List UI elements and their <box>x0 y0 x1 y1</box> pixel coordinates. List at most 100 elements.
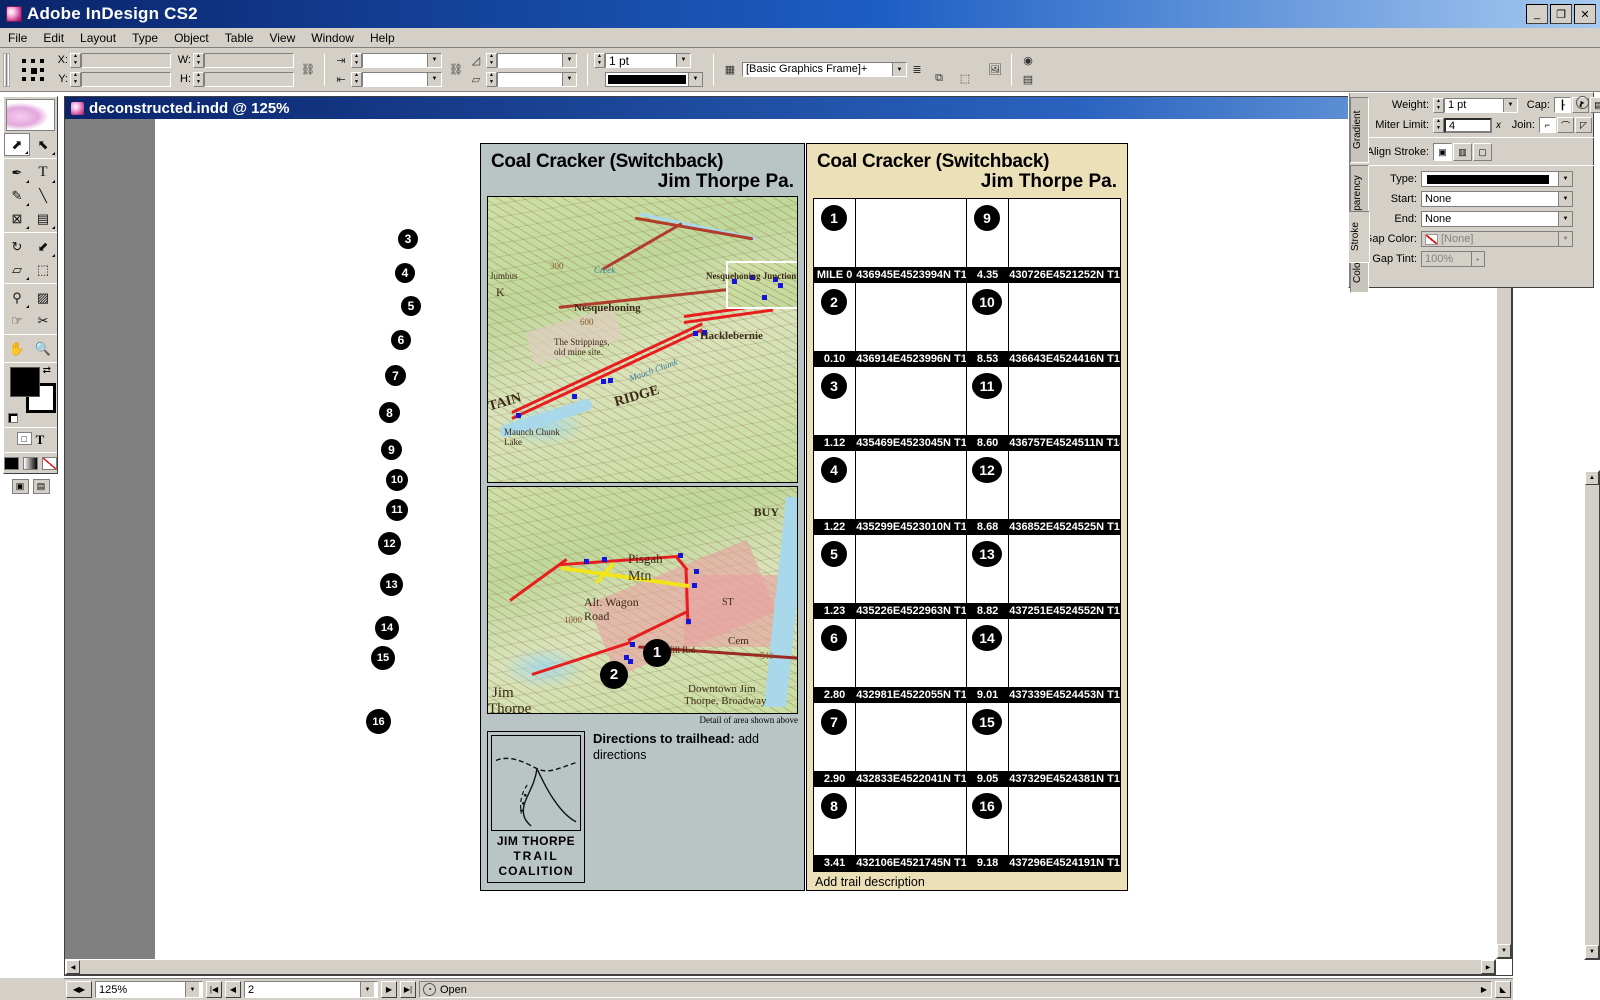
stroke-type-select[interactable]: ▼ <box>1421 171 1573 187</box>
h-stepper[interactable]: ▲ ▼ <box>193 71 204 87</box>
rotate-tool[interactable]: ↻ <box>4 235 30 258</box>
pasteboard-marker-8[interactable]: 8 <box>379 402 400 423</box>
x-stepper[interactable]: ▲ ▼ <box>70 52 81 68</box>
window-controls[interactable]: _ ❐ ✕ <box>1526 4 1600 24</box>
pasteboard-marker-9[interactable]: 9 <box>381 439 402 460</box>
scale-x-stepper[interactable]: ▲ ▼ <box>351 52 362 68</box>
miter-join-button[interactable]: ⌐ <box>1539 117 1556 133</box>
pasteboard[interactable]: Coal Cracker (Switchback) Jim Thorpe Pa. <box>65 119 1445 959</box>
status-resize-grip[interactable]: ◣ <box>1495 981 1511 998</box>
formatting-affects-container-icon[interactable]: □ <box>16 432 32 445</box>
type-tool[interactable]: T <box>30 161 56 184</box>
fill-swatch[interactable] <box>10 367 40 397</box>
miter-stepper[interactable]: ▲ ▼ <box>1433 117 1444 133</box>
eyedropper-tool[interactable]: ⚲ <box>4 286 30 309</box>
menu-item-help[interactable]: Help <box>362 29 403 47</box>
apply-none-icon[interactable] <box>42 457 57 470</box>
frame-tool[interactable]: ⊠ <box>4 207 30 230</box>
weight-combo[interactable]: 1 pt ▼ <box>1444 97 1518 113</box>
pasteboard-marker-10[interactable]: 10 <box>386 469 408 491</box>
hand-tool[interactable]: ✋ <box>4 337 30 360</box>
gap-tint-input[interactable]: 100% ▸ <box>1421 251 1485 267</box>
y-stepper[interactable]: ▲ ▼ <box>70 71 81 87</box>
menu-item-window[interactable]: Window <box>303 29 362 47</box>
page-combo[interactable]: 2 ▼ <box>244 981 378 998</box>
menu-item-layout[interactable]: Layout <box>72 29 124 47</box>
stroke-type-combo[interactable]: ▼ <box>605 71 703 87</box>
first-page-button[interactable]: |◀ <box>206 981 222 998</box>
select-content-icon[interactable]: 🖼 <box>985 61 1005 79</box>
pasteboard-marker-4[interactable]: 4 <box>395 263 415 283</box>
pasteboard-marker-14[interactable]: 14 <box>375 616 399 640</box>
palette-grip[interactable] <box>3 52 10 87</box>
pasteboard-marker-16[interactable]: 16 <box>366 709 391 734</box>
stroke-palette[interactable]: Gradient Transparency Color Stroke ▸ Wei… <box>1348 92 1600 293</box>
button-tool[interactable]: ☞ <box>4 309 30 332</box>
text-wrap-icon[interactable]: ≣ <box>907 61 927 79</box>
stroke-weight-combo[interactable]: 1 pt ▼ <box>605 52 691 68</box>
document-canvas[interactable]: Coal Cracker (Switchback) Jim Thorpe Pa. <box>65 119 1512 975</box>
gradient-tool[interactable]: ▨ <box>30 286 56 309</box>
pasteboard-marker-13[interactable]: 13 <box>380 573 403 596</box>
bevel-join-button[interactable]: ◸ <box>1575 117 1592 133</box>
constrain-proportions-icon[interactable]: ⛓ <box>298 61 318 79</box>
projecting-cap-button[interactable]: ▤ <box>1590 97 1600 113</box>
w-stepper[interactable]: ▲ ▼ <box>193 52 204 68</box>
y-input[interactable] <box>81 71 171 87</box>
status-expand-icon[interactable]: ▶ <box>1481 985 1491 994</box>
scroll-down-button[interactable]: ▼ <box>1497 944 1511 958</box>
gap-color-select[interactable]: [None] ▼ <box>1421 231 1573 247</box>
preflight-status[interactable]: ◔ Open ▶ <box>419 981 1492 998</box>
preview-mode-icon[interactable]: ▤ <box>32 479 50 494</box>
menu-item-view[interactable]: View <box>261 29 303 47</box>
app-scroll-down-button[interactable]: ▼ <box>1585 945 1599 959</box>
pencil-tool[interactable]: ✎ <box>4 184 30 207</box>
rotate-stepper[interactable]: ▲ ▼ <box>486 52 497 68</box>
palette-menu-icon[interactable]: ▤ <box>1018 70 1038 88</box>
maximize-button[interactable]: ❐ <box>1550 4 1572 24</box>
scale-x-combo[interactable]: ▼ <box>362 52 442 68</box>
scroll-right-button[interactable]: ▶ <box>1481 960 1495 974</box>
align-stroke-outside-button[interactable]: ▢ <box>1473 143 1492 161</box>
shear-combo[interactable]: ▼ <box>497 71 577 87</box>
horizontal-scrollbar[interactable]: ◀ ▶ <box>65 959 1496 975</box>
scale-y-combo[interactable]: ▼ <box>362 71 442 87</box>
scale-y-stepper[interactable]: ▲ ▼ <box>351 71 362 87</box>
pasteboard-marker-12[interactable]: 12 <box>378 532 401 555</box>
last-page-button[interactable]: ▶| <box>400 981 416 998</box>
next-page-button[interactable]: ▶ <box>381 981 397 998</box>
app-vertical-scrollbar[interactable]: ▲ ▼ <box>1584 470 1600 960</box>
free-transform-tool[interactable]: ⬚ <box>30 258 56 281</box>
direct-selection-tool[interactable]: ⬉ <box>30 133 56 156</box>
minimize-button[interactable]: _ <box>1526 4 1548 24</box>
pasteboard-marker-15[interactable]: 15 <box>371 646 395 670</box>
h-input[interactable] <box>204 71 294 87</box>
pasteboard-marker-5[interactable]: 5 <box>401 296 421 316</box>
start-select[interactable]: None ▼ <box>1421 191 1573 207</box>
x-input[interactable] <box>81 52 171 68</box>
apply-color-icon[interactable] <box>4 457 19 470</box>
normal-view-mode-icon[interactable]: ▣ <box>11 479 29 494</box>
zoom-combo[interactable]: 125% ▼ <box>95 981 203 998</box>
tab-gradient[interactable]: Gradient <box>1350 97 1369 163</box>
apply-gradient-icon[interactable] <box>23 457 38 470</box>
pasteboard-marker-6[interactable]: 6 <box>391 330 411 350</box>
fill-stroke-controls[interactable]: ⇄ <box>8 365 56 425</box>
rotate-combo[interactable]: ▼ <box>497 52 577 68</box>
pen-tool[interactable]: ✒ <box>4 161 30 184</box>
default-fill-stroke-icon[interactable] <box>8 413 18 423</box>
page-fit-icon[interactable]: ◀▶ <box>66 981 92 998</box>
scissors-tool[interactable]: ✂ <box>30 309 56 332</box>
align-stroke-inside-button[interactable]: ▥ <box>1453 143 1472 161</box>
previous-page-button[interactable]: ◀ <box>225 981 241 998</box>
close-button[interactable]: ✕ <box>1574 4 1596 24</box>
weight-stepper[interactable]: ▲ ▼ <box>1433 97 1444 113</box>
app-scroll-up-button[interactable]: ▲ <box>1585 471 1599 485</box>
tab-stroke[interactable]: Stroke <box>1349 211 1370 263</box>
constrain-scale-icon[interactable]: ⛓ <box>446 61 466 79</box>
fit-content-icon[interactable]: ⧉ <box>929 69 949 87</box>
quick-apply-icon[interactable]: ◉ <box>1018 51 1038 69</box>
round-join-button[interactable]: ⌒ <box>1557 117 1574 133</box>
reference-point-proxy[interactable] <box>20 57 46 83</box>
align-stroke-center-button[interactable]: ▣ <box>1433 143 1452 161</box>
